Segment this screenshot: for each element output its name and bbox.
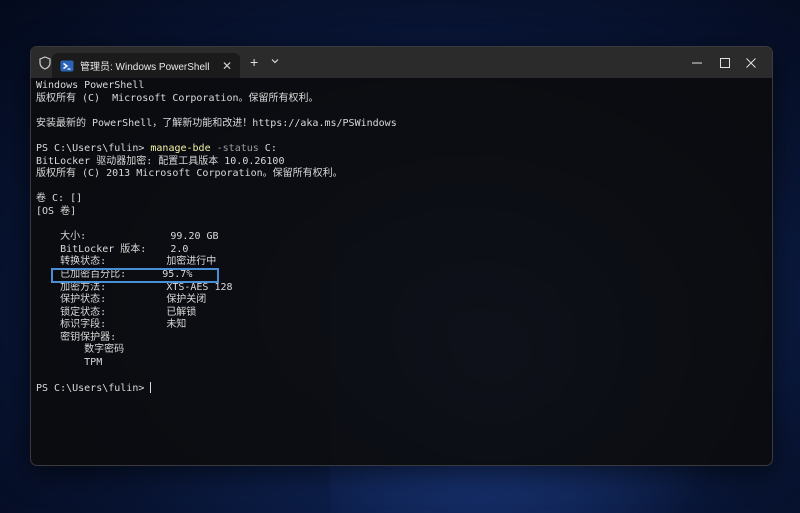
status-value: 保护关闭	[166, 294, 207, 306]
status-row: BitLocker 版本: 2.0	[36, 244, 767, 257]
status-row: 数字密码	[36, 344, 767, 357]
output-line: 版权所有 (C) 2013 Microsoft Corporation。保留所有…	[36, 168, 343, 180]
banner-line: 安装最新的 PowerShell，了解新功能和改进！https://aka.ms…	[36, 117, 397, 129]
status-label: TPM	[36, 357, 103, 369]
os-volume-line: [OS 卷]	[36, 205, 77, 217]
status-row: 密钥保护器:	[36, 332, 767, 345]
status-label: 密钥保护器:	[36, 331, 117, 343]
status-row: 锁定状态: 已解锁	[36, 307, 767, 320]
status-value: XTS-AES 128	[166, 281, 233, 293]
title-bar[interactable]: 管理员: Windows PowerShell ✕ +	[31, 47, 772, 78]
output-line: BitLocker 驱动器加密: 配置工具版本 10.0.26100	[36, 155, 285, 167]
powershell-icon	[60, 60, 74, 71]
tab-close-button[interactable]: ✕	[218, 59, 236, 73]
status-label: 锁定状态:	[36, 306, 167, 318]
status-row: 标识字段: 未知	[36, 319, 767, 332]
command-line: PS C:\Users\fulin> manage-bde -status C:	[36, 143, 767, 156]
close-button[interactable]	[728, 47, 772, 78]
status-row: TPM	[36, 357, 767, 370]
chevron-down-icon[interactable]	[269, 55, 281, 67]
command-arg: C:	[258, 142, 277, 154]
status-label: 大小:	[36, 231, 171, 243]
terminal-window[interactable]: 管理员: Windows PowerShell ✕ + Windows Powe…	[30, 46, 773, 466]
status-label: 数字密码	[36, 344, 125, 356]
status-value: 已解锁	[166, 306, 197, 318]
prompt: PS C:\Users\fulin>	[36, 142, 151, 154]
status-value: 加密进行中	[166, 256, 217, 268]
text-cursor	[150, 382, 152, 394]
shield-icon	[39, 56, 51, 70]
status-row: 保护状态: 保护关闭	[36, 294, 767, 307]
banner-line: Windows PowerShell	[36, 80, 145, 91]
status-value: 未知	[166, 319, 187, 331]
prompt: PS C:\Users\fulin>	[36, 383, 151, 395]
volume-line: 卷 C: []	[36, 193, 83, 205]
command-param: -status	[210, 142, 259, 154]
status-label: 转换状态:	[36, 256, 167, 268]
status-label: BitLocker 版本:	[36, 243, 171, 255]
prompt-line[interactable]: PS C:\Users\fulin>	[36, 382, 767, 395]
status-value: 99.20 GB	[170, 231, 219, 243]
banner-line: 版权所有 (C) Microsoft Corporation。保留所有权利。	[36, 92, 319, 104]
status-label: 标识字段:	[36, 319, 167, 331]
status-row: 大小: 99.20 GB	[36, 231, 767, 244]
new-tab-button[interactable]: +	[250, 54, 258, 70]
status-row: 加密方法: XTS-AES 128	[36, 282, 767, 295]
command-name: manage-bde	[150, 142, 211, 154]
status-value: 2.0	[170, 243, 189, 255]
console-output[interactable]: Windows PowerShell 版权所有 (C) Microsoft Co…	[31, 78, 772, 465]
tab-title: 管理员: Windows PowerShell	[80, 62, 210, 73]
tab-powershell[interactable]: 管理员: Windows PowerShell ✕	[52, 53, 240, 78]
status-label: 加密方法:	[36, 281, 167, 293]
highlight-box	[51, 268, 219, 283]
status-label: 保护状态:	[36, 294, 167, 306]
minimize-icon	[692, 62, 702, 63]
close-icon	[746, 57, 756, 68]
